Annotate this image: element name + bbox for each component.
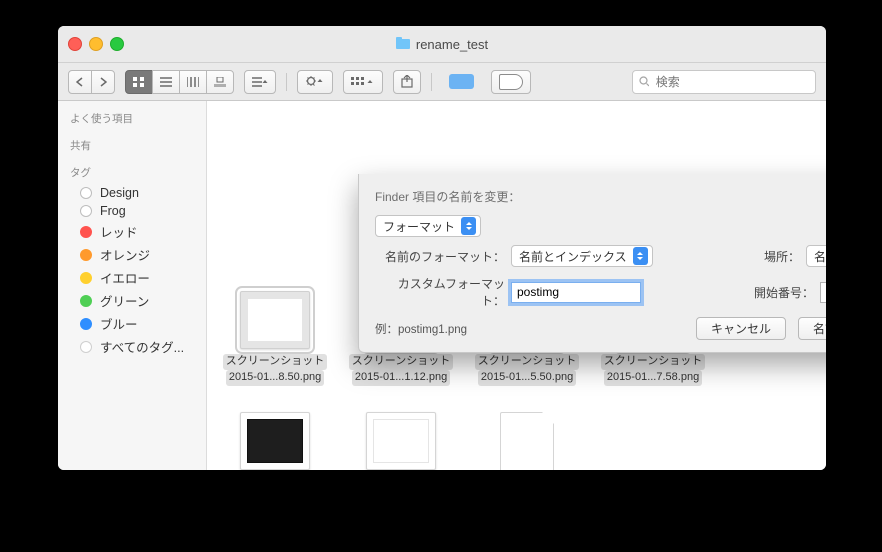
sidebar-tag-label: オレンジ: [100, 245, 150, 264]
share-button[interactable]: [393, 70, 421, 94]
titlebar: rename_test: [58, 26, 826, 63]
rename-mode-label: フォーマット: [383, 218, 455, 235]
close-icon[interactable]: [68, 37, 82, 51]
minimize-icon[interactable]: [89, 37, 103, 51]
finder-window: rename_test よく使う項目 共有: [58, 26, 826, 470]
group-button[interactable]: [343, 70, 383, 94]
file-label-line1: スクリーンショット: [601, 354, 705, 370]
sidebar-heading-shared: 共有: [58, 134, 206, 157]
sidebar: よく使う項目 共有 タグ Design Frog レッドオレンジイエローグリーンブル…: [58, 101, 207, 470]
forward-button[interactable]: [91, 70, 115, 94]
sidebar-heading-favorites: よく使う項目: [58, 107, 206, 130]
tag-dot-icon: [80, 295, 92, 307]
search-icon: [639, 76, 649, 87]
separator: [431, 73, 432, 91]
tag-dot-icon: [80, 205, 92, 217]
sidebar-tag-item[interactable]: グリーン: [58, 289, 206, 312]
custom-format-label: カスタムフォーマット：: [375, 275, 505, 309]
sidebar-tag-label: グリーン: [100, 291, 149, 310]
file-icon: [500, 412, 554, 471]
rename-button[interactable]: 名前を変更: [798, 317, 826, 340]
view-columns-button[interactable]: [179, 70, 207, 94]
chevron-updown-icon: [461, 217, 476, 235]
format-value: 名前とインデックス: [519, 248, 627, 265]
location-value: 名前の後: [814, 248, 826, 265]
start-number-input[interactable]: [820, 282, 826, 303]
file-label-line2: 2015-01...1.12.png: [352, 370, 450, 386]
sidebar-tag-label: すべてのタグ...: [100, 337, 184, 356]
file-label-line1: スクリーンショット: [349, 354, 453, 370]
zoom-icon[interactable]: [110, 37, 124, 51]
view-list-button[interactable]: [152, 70, 180, 94]
chevron-updown-icon: [633, 247, 648, 265]
file-thumbnail: [366, 412, 436, 470]
sidebar-tag-item[interactable]: すべてのタグ...: [58, 335, 206, 358]
tag-dot-icon: [80, 318, 92, 330]
separator: [286, 73, 287, 91]
search-field[interactable]: [632, 70, 816, 94]
tag-dot-icon: [80, 341, 92, 353]
format-select[interactable]: 名前とインデックス: [511, 245, 653, 267]
tag-dot-icon: [80, 187, 92, 199]
arrange-button[interactable]: [244, 70, 276, 94]
batch-rename-dialog: Finder 項目の名前を変更： フォーマット 名前のフォーマット： 名前とイン…: [358, 174, 826, 353]
file-label-line1: スクリーンショット: [223, 354, 327, 370]
file-browser: スクリーンショット2015-01...8.50.pngスクリーンショット2015…: [207, 101, 826, 470]
dropbox-button[interactable]: [442, 71, 481, 93]
view-coverflow-button[interactable]: [206, 70, 234, 94]
action-button[interactable]: [297, 70, 333, 94]
search-input[interactable]: [654, 74, 809, 90]
back-button[interactable]: [68, 70, 92, 94]
sidebar-tag-item[interactable]: レッド: [58, 220, 206, 243]
window-controls: [68, 37, 124, 51]
file-item[interactable]: .DS_Store: [479, 412, 575, 471]
sidebar-tag-item[interactable]: Frog: [58, 202, 206, 220]
tag-dot-icon: [80, 272, 92, 284]
toolbar: [58, 63, 826, 101]
sidebar-tag-label: Design: [100, 186, 139, 200]
file-label-line2: 2015-01...8.50.png: [226, 370, 324, 386]
start-number-label: 開始番号：: [754, 284, 814, 301]
file-item[interactable]: スクリーンショット2015-01...7.32.psd: [227, 412, 323, 471]
file-item[interactable]: スクリーンショット2015-01...6.37.png: [353, 412, 449, 471]
sidebar-tag-item[interactable]: Design: [58, 184, 206, 202]
file-thumbnail: [240, 291, 310, 349]
sidebar-tag-item[interactable]: オレンジ: [58, 243, 206, 266]
window-title: rename_test: [416, 37, 488, 52]
sidebar-tag-label: レッド: [100, 222, 138, 241]
custom-format-input[interactable]: [511, 282, 641, 303]
sidebar-tag-label: イエロー: [100, 268, 150, 287]
tag-dot-icon: [80, 226, 92, 238]
format-label: 名前のフォーマット：: [375, 248, 505, 265]
sidebar-tag-item[interactable]: ブルー: [58, 312, 206, 335]
tags-button[interactable]: [491, 70, 531, 94]
file-thumbnail: [240, 412, 310, 470]
view-icons-button[interactable]: [125, 70, 153, 94]
sidebar-tag-item[interactable]: イエロー: [58, 266, 206, 289]
sidebar-tag-label: Frog: [100, 204, 126, 218]
sidebar-tag-label: ブルー: [100, 314, 138, 333]
sidebar-heading-tags: タグ: [58, 161, 206, 184]
location-label: 場所：: [764, 248, 800, 265]
dialog-title: Finder 項目の名前を変更：: [375, 188, 826, 205]
cancel-button[interactable]: キャンセル: [696, 317, 786, 340]
folder-icon: [396, 39, 410, 49]
file-label-line2: 2015-01...5.50.png: [478, 370, 576, 386]
location-select[interactable]: 名前の後: [806, 245, 826, 267]
file-item[interactable]: スクリーンショット2015-01...8.50.png: [227, 291, 323, 386]
file-label-line2: 2015-01...7.58.png: [604, 370, 702, 386]
file-label-line1: スクリーンショット: [475, 354, 579, 370]
example-text: 例：postimg1.png: [375, 321, 467, 337]
tag-dot-icon: [80, 249, 92, 261]
rename-mode-select[interactable]: フォーマット: [375, 215, 481, 237]
